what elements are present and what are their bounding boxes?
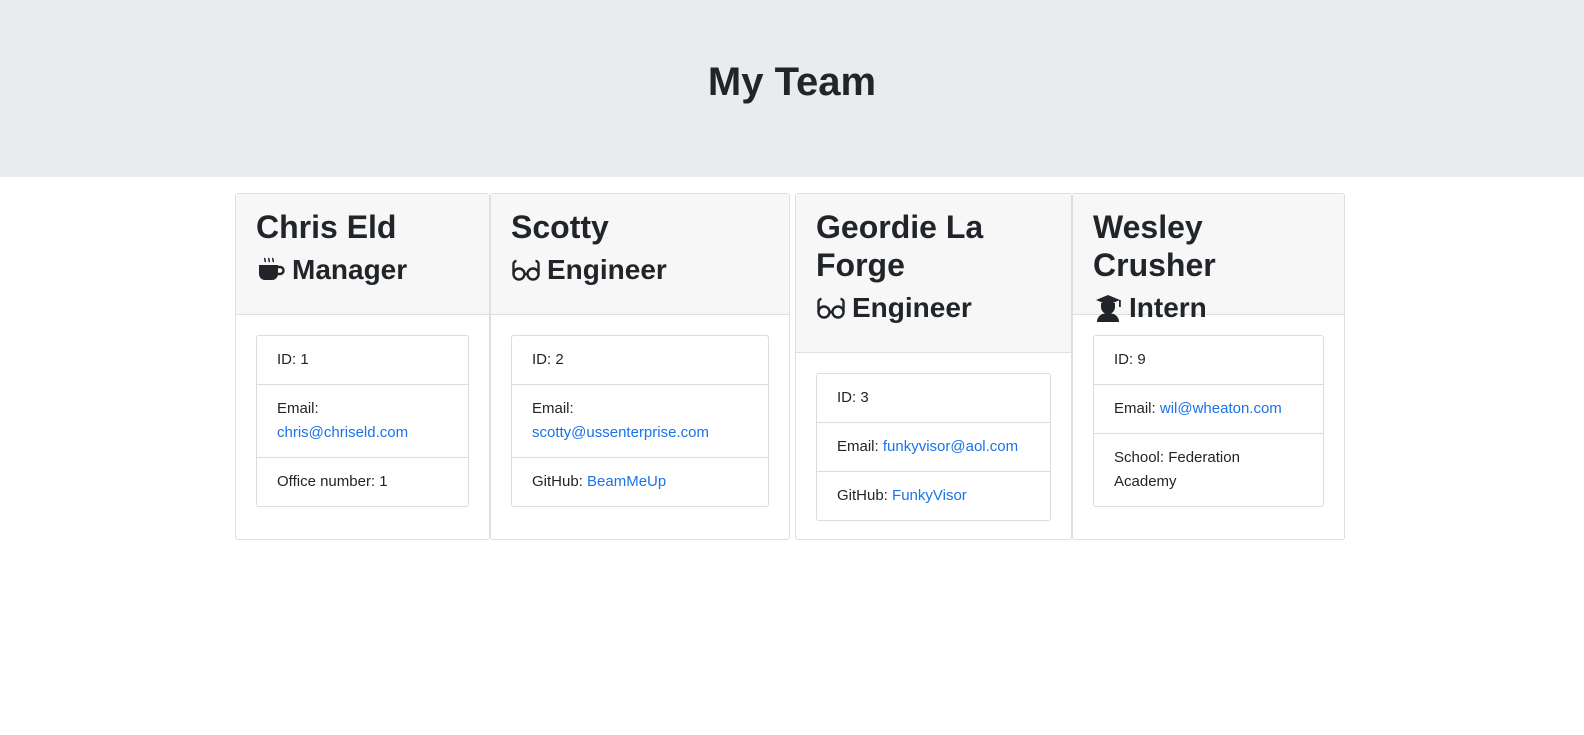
- card-body: ID: 9 Email: wil@wheaton.com School: Fed…: [1073, 315, 1344, 527]
- page-title: My Team: [707, 60, 877, 104]
- email-label: Email:: [1114, 400, 1156, 417]
- card-header: Scotty Engineer: [491, 194, 789, 315]
- employee-name: Geordie La Forge: [816, 209, 984, 283]
- info-list: ID: 2 Email: scotty@ussenterprise.com Gi…: [511, 335, 769, 507]
- info-list: ID: 9 Email: wil@wheaton.com School: Fed…: [1093, 335, 1324, 507]
- school-item: School: Federation Academy: [1094, 433, 1323, 506]
- employee-card-engineer: Geordie La Forge Engineer ID: 3 Email: f…: [795, 193, 1072, 540]
- role-label: Manager: [292, 254, 408, 285]
- email-link[interactable]: chris@chriseld.com: [277, 424, 408, 441]
- info-list: ID: 1 Email: chris@chriseld.com Office n…: [256, 335, 469, 507]
- email-item: Email: funkyvisor@aol.com: [817, 422, 1050, 471]
- email-item: Email: scotty@ussenterprise.com: [512, 384, 768, 457]
- card-header: Geordie La Forge Engineer: [796, 194, 1071, 353]
- id-item: ID: 9: [1114, 351, 1146, 368]
- card-header: Chris Eld Manager: [236, 194, 489, 315]
- email-label: Email:: [277, 400, 319, 417]
- github-label: GitHub:: [837, 487, 888, 504]
- card-body: ID: 3 Email: funkyvisor@aol.com GitHub: …: [796, 353, 1071, 541]
- office-number-item: Office number: 1: [257, 457, 468, 506]
- role-label: Engineer: [852, 292, 972, 323]
- glasses-icon: [511, 255, 541, 285]
- card-body: ID: 1 Email: chris@chriseld.com Office n…: [236, 315, 489, 527]
- id-item: ID: 3: [837, 389, 869, 406]
- info-list: ID: 3 Email: funkyvisor@aol.com GitHub: …: [816, 373, 1051, 521]
- email-label: Email:: [837, 438, 879, 455]
- github-label: GitHub:: [532, 473, 583, 490]
- github-item: GitHub: FunkyVisor: [817, 471, 1050, 520]
- employee-card-engineer: Scotty Engineer ID: 2 Email: scotty@usse…: [490, 193, 790, 540]
- github-link[interactable]: BeamMeUp: [587, 473, 666, 490]
- id-item: ID: 2: [532, 351, 564, 368]
- employee-card-manager: Chris Eld Manager ID: 1 Email: chris@chr…: [235, 193, 490, 540]
- email-link[interactable]: scotty@ussenterprise.com: [532, 424, 709, 441]
- employee-role: Manager: [256, 253, 469, 287]
- card-body: ID: 2 Email: scotty@ussenterprise.com Gi…: [491, 315, 789, 527]
- email-item: Email: wil@wheaton.com: [1094, 384, 1323, 433]
- card-header: Wesley Crusher Intern: [1073, 194, 1344, 323]
- email-item: Email: chris@chriseld.com: [257, 384, 468, 457]
- graduate-icon: [1093, 293, 1123, 323]
- github-link[interactable]: FunkyVisor: [892, 487, 967, 504]
- role-label: Engineer: [547, 254, 667, 285]
- employee-name: Scotty: [511, 209, 609, 245]
- employee-role: Engineer: [816, 291, 1051, 325]
- employee-name: Chris Eld: [256, 209, 397, 245]
- employee-name: Wesley Crusher: [1093, 209, 1216, 283]
- role-label: Intern: [1129, 292, 1207, 323]
- github-item: GitHub: BeamMeUp: [512, 457, 768, 506]
- jumbotron-header: My Team: [0, 0, 1584, 177]
- email-label: Email:: [532, 400, 574, 417]
- glasses-icon: [816, 293, 846, 323]
- email-link[interactable]: wil@wheaton.com: [1160, 400, 1282, 417]
- email-link[interactable]: funkyvisor@aol.com: [883, 438, 1018, 455]
- employee-card-intern: Wesley Crusher Intern ID: 9 Email: wil@w…: [1072, 193, 1345, 540]
- employee-role: Engineer: [511, 253, 769, 287]
- id-item: ID: 1: [277, 351, 309, 368]
- coffee-mug-icon: [256, 255, 286, 285]
